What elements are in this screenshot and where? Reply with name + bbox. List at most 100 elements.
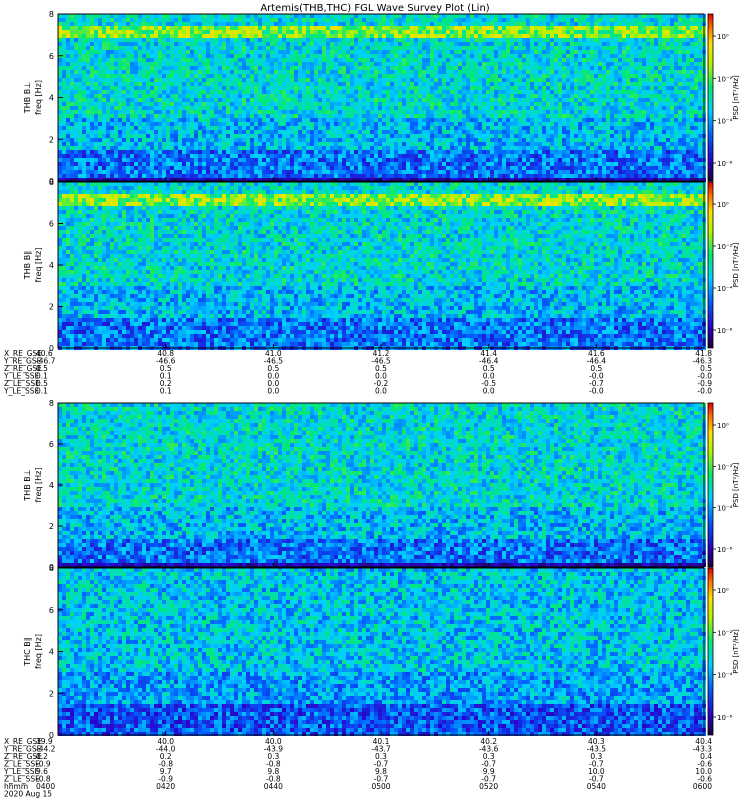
heatmap-cell	[162, 14, 166, 18]
heatmap-cell	[90, 26, 94, 30]
heatmap-cell	[622, 22, 626, 26]
heatmap-cell	[330, 22, 334, 26]
heatmap-cell	[482, 42, 486, 46]
heatmap-cell	[374, 26, 378, 30]
heatmap-cell	[442, 42, 446, 46]
heatmap-cell	[598, 30, 602, 34]
heatmap-cell	[98, 26, 102, 30]
heatmap-cell	[94, 22, 98, 26]
heatmap-cell	[66, 38, 70, 42]
heatmap-cell	[598, 34, 602, 38]
heatmap-cell	[250, 22, 254, 26]
heatmap-cell	[138, 18, 142, 22]
heatmap-cell	[254, 34, 258, 38]
heatmap-cell	[694, 26, 698, 30]
heatmap-cell	[362, 38, 366, 42]
heatmap-cell	[454, 26, 458, 30]
heatmap-cell	[482, 14, 486, 18]
heatmap-cell	[258, 18, 262, 22]
heatmap-cell	[122, 14, 126, 18]
heatmap-cell	[694, 34, 698, 38]
heatmap-cell	[442, 18, 446, 22]
heatmap-cell	[386, 34, 390, 38]
heatmap-cell	[638, 22, 642, 26]
heatmap-cell	[326, 18, 330, 22]
heatmap-cell	[522, 14, 526, 18]
heatmap-cell	[446, 22, 450, 26]
heatmap-cell	[190, 26, 194, 30]
heatmap-cell	[354, 42, 358, 46]
heatmap-cell	[150, 34, 154, 38]
heatmap-cell	[502, 26, 506, 30]
heatmap-cell	[538, 46, 542, 50]
heatmap-cell	[666, 14, 670, 18]
heatmap-cell	[234, 18, 238, 22]
heatmap-cell	[534, 30, 538, 34]
heatmap-cell	[390, 42, 394, 46]
heatmap-cell	[78, 42, 82, 46]
heatmap-cell	[426, 26, 430, 30]
heatmap-cell	[662, 26, 666, 30]
heatmap-cell	[542, 22, 546, 26]
heatmap-cell	[234, 30, 238, 34]
heatmap-cell	[666, 18, 670, 22]
heatmap-cell	[334, 38, 338, 42]
heatmap-cell	[370, 30, 374, 34]
heatmap-cell	[442, 30, 446, 34]
heatmap-cell	[254, 22, 258, 26]
heatmap-cell	[442, 34, 446, 38]
heatmap-cell	[546, 18, 550, 22]
heatmap-cell	[170, 46, 174, 50]
heatmap-cell	[490, 18, 494, 22]
heatmap-cell	[90, 34, 94, 38]
heatmap-cell	[570, 22, 574, 26]
heatmap-cell	[362, 46, 366, 50]
heatmap-cell	[506, 42, 510, 46]
heatmap-cell	[454, 22, 458, 26]
heatmap-cell	[162, 34, 166, 38]
heatmap-cell	[222, 22, 226, 26]
heatmap-cell	[430, 42, 434, 46]
figure: Artemis(THB,THC) FGL Wave Survey Plot (L…	[0, 0, 750, 800]
heatmap-cell	[514, 46, 518, 50]
heatmap-cell	[502, 42, 506, 46]
heatmap-cell	[218, 46, 222, 50]
heatmap-cell	[262, 18, 266, 22]
heatmap-cell	[130, 14, 134, 18]
heatmap-cell	[562, 30, 566, 34]
heatmap-cell	[674, 34, 678, 38]
heatmap-cell	[590, 42, 594, 46]
heatmap-cell	[522, 18, 526, 22]
heatmap-cell	[326, 46, 330, 50]
heatmap-cell	[342, 42, 346, 46]
heatmap-cell	[478, 18, 482, 22]
heatmap-cell	[426, 14, 430, 18]
heatmap-cell	[474, 46, 478, 50]
heatmap-cell	[302, 46, 306, 50]
heatmap-cell	[578, 30, 582, 34]
heatmap-cell	[698, 38, 702, 42]
heatmap-cell	[610, 22, 614, 26]
heatmap-cell	[310, 46, 314, 50]
heatmap-cell	[654, 14, 658, 18]
heatmap-cell	[86, 46, 90, 50]
heatmap-cell	[178, 26, 182, 30]
heatmap-cell	[194, 46, 198, 50]
heatmap-cell	[162, 42, 166, 46]
heatmap-cell	[442, 14, 446, 18]
heatmap-cell	[650, 26, 654, 30]
heatmap-cell	[566, 42, 570, 46]
heatmap-cell	[398, 22, 402, 26]
heatmap-cell	[150, 26, 154, 30]
heatmap-cell	[374, 30, 378, 34]
heatmap-cell	[638, 34, 642, 38]
heatmap-cell	[378, 14, 382, 18]
heatmap-cell	[546, 22, 550, 26]
heatmap-cell	[534, 26, 538, 30]
heatmap-cell	[414, 14, 418, 18]
heatmap-cell	[654, 30, 658, 34]
heatmap-cell	[334, 22, 338, 26]
heatmap-cell	[98, 30, 102, 34]
heatmap-cell	[82, 18, 86, 22]
heatmap-cell	[230, 14, 234, 18]
